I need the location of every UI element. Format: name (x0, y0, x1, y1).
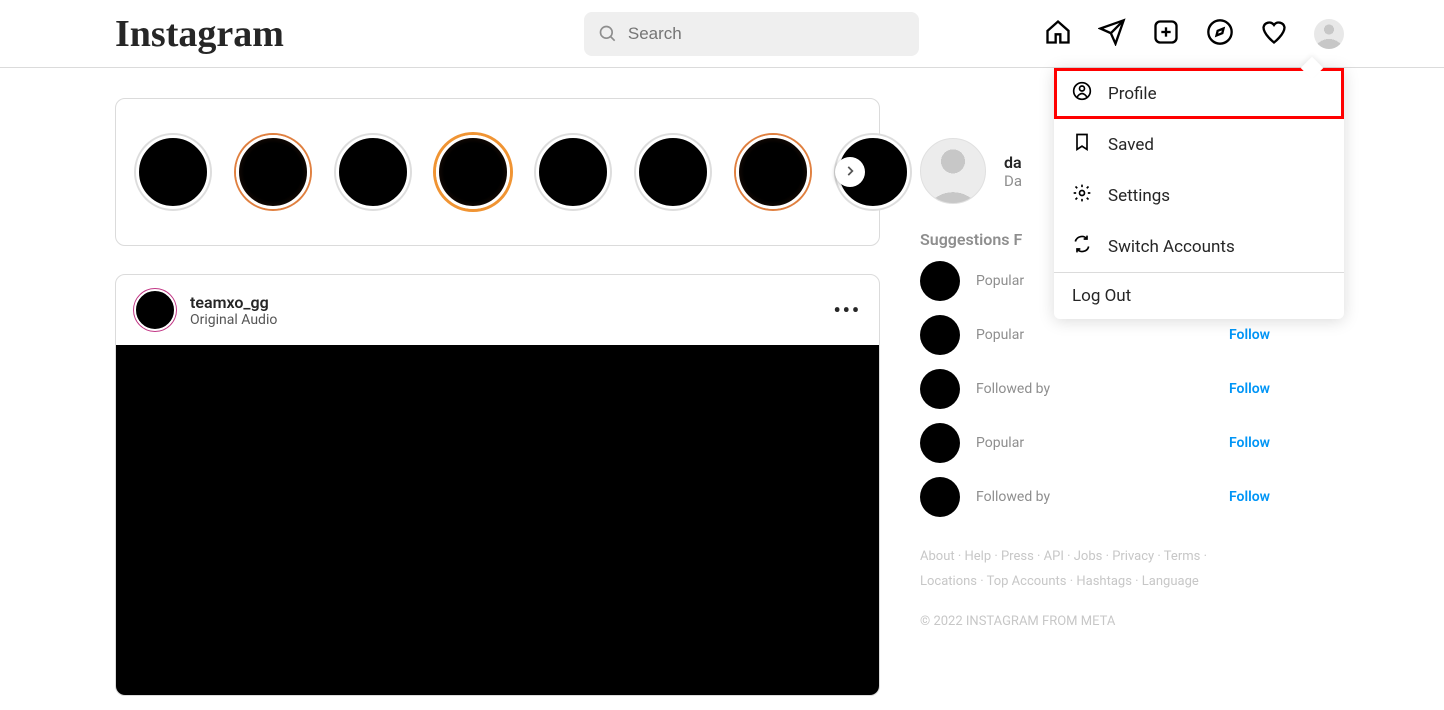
post-username[interactable]: teamxo_gg (190, 293, 277, 312)
suggestion-meta: Popular (976, 327, 1024, 343)
post-more-button[interactable]: ••• (833, 298, 861, 322)
post-author-block: teamxo_gg Original Audio (190, 293, 277, 328)
dropdown-saved[interactable]: Saved (1054, 119, 1344, 170)
footer-link[interactable]: Top Accounts (987, 574, 1067, 589)
new-post-icon[interactable] (1152, 18, 1180, 50)
profile-dropdown: Profile Saved Settings Switch Accounts L… (1054, 68, 1344, 319)
follow-button[interactable]: Follow (1229, 435, 1270, 451)
switch-icon (1072, 234, 1092, 259)
dropdown-settings[interactable]: Settings (1054, 170, 1344, 221)
explore-icon[interactable] (1206, 18, 1234, 50)
footer-link[interactable]: Locations (920, 574, 977, 589)
suggestion-avatar[interactable] (920, 423, 960, 463)
current-user-display: Da (1004, 172, 1022, 190)
suggestion-meta: Popular (976, 273, 1024, 289)
top-nav: Instagram Profile Saved Settings Switch … (0, 0, 1444, 68)
post-header: teamxo_gg Original Audio ••• (116, 275, 879, 345)
follow-button[interactable]: Follow (1229, 327, 1270, 343)
footer-link[interactable]: Privacy (1112, 549, 1154, 564)
footer-link[interactable]: API (1044, 549, 1064, 564)
bookmark-icon (1072, 132, 1092, 157)
suggestion-meta: Followed by (976, 489, 1050, 505)
suggestion-item: Followed by Follow (920, 477, 1290, 517)
suggestion-item: Popular Follow (920, 423, 1290, 463)
suggestion-item: Followed by Follow (920, 369, 1290, 409)
footer-link[interactable]: Help (964, 549, 991, 564)
footer-link[interactable]: About (920, 549, 955, 564)
story-item[interactable] (236, 135, 310, 209)
dropdown-settings-label: Settings (1108, 186, 1170, 206)
follow-button[interactable]: Follow (1229, 489, 1270, 505)
dropdown-logout[interactable]: Log Out (1054, 273, 1344, 319)
dropdown-logout-label: Log Out (1072, 286, 1131, 306)
current-user-text: da Da (1004, 153, 1022, 190)
chevron-right-icon (843, 163, 857, 182)
instagram-logo[interactable]: Instagram (115, 12, 284, 56)
messages-icon[interactable] (1098, 18, 1126, 50)
footer-link[interactable]: Hashtags (1076, 574, 1132, 589)
dropdown-saved-label: Saved (1108, 135, 1154, 155)
story-item[interactable] (736, 135, 810, 209)
post-audio-label[interactable]: Original Audio (190, 312, 277, 328)
gear-icon (1072, 183, 1092, 208)
search-container (584, 12, 919, 56)
suggestion-avatar[interactable] (920, 369, 960, 409)
suggestion-avatar[interactable] (920, 315, 960, 355)
current-user-avatar[interactable] (920, 138, 986, 204)
stories-next-button[interactable] (835, 157, 865, 187)
dropdown-profile[interactable]: Profile (1054, 68, 1344, 119)
current-user-username[interactable]: da (1004, 153, 1022, 172)
suggestion-item: Popular Follow (920, 315, 1290, 355)
footer-links: About · Help · Press · API · Jobs · Priv… (920, 545, 1290, 594)
home-icon[interactable] (1044, 18, 1072, 50)
suggestion-meta: Popular (976, 435, 1024, 451)
activity-icon[interactable] (1260, 18, 1288, 50)
post-author-avatar[interactable] (134, 289, 176, 331)
search-input[interactable] (584, 12, 919, 56)
profile-avatar-nav[interactable] (1314, 19, 1344, 49)
suggestion-avatar[interactable] (920, 261, 960, 301)
dropdown-switch[interactable]: Switch Accounts (1054, 221, 1344, 272)
footer-link[interactable]: Language (1142, 574, 1199, 589)
suggestion-meta: Followed by (976, 381, 1050, 397)
footer-link[interactable]: Press (1001, 549, 1034, 564)
feed-post: teamxo_gg Original Audio ••• (115, 274, 880, 696)
story-item[interactable] (636, 135, 710, 209)
story-item[interactable] (136, 135, 210, 209)
story-item[interactable] (536, 135, 610, 209)
suggestion-avatar[interactable] (920, 477, 960, 517)
dropdown-switch-label: Switch Accounts (1108, 237, 1235, 257)
follow-button[interactable]: Follow (1229, 381, 1270, 397)
post-media[interactable] (116, 345, 879, 695)
profile-icon (1072, 81, 1092, 106)
footer-link[interactable]: Terms (1164, 549, 1201, 564)
search-icon (598, 24, 618, 48)
footer-link[interactable]: Jobs (1074, 549, 1103, 564)
dropdown-profile-label: Profile (1108, 84, 1157, 104)
feed-column: teamxo_gg Original Audio ••• (115, 98, 880, 696)
story-item[interactable] (436, 135, 510, 209)
stories-tray (115, 98, 880, 246)
copyright: © 2022 INSTAGRAM FROM META (920, 614, 1290, 629)
story-item[interactable] (336, 135, 410, 209)
nav-icons (1044, 18, 1344, 50)
